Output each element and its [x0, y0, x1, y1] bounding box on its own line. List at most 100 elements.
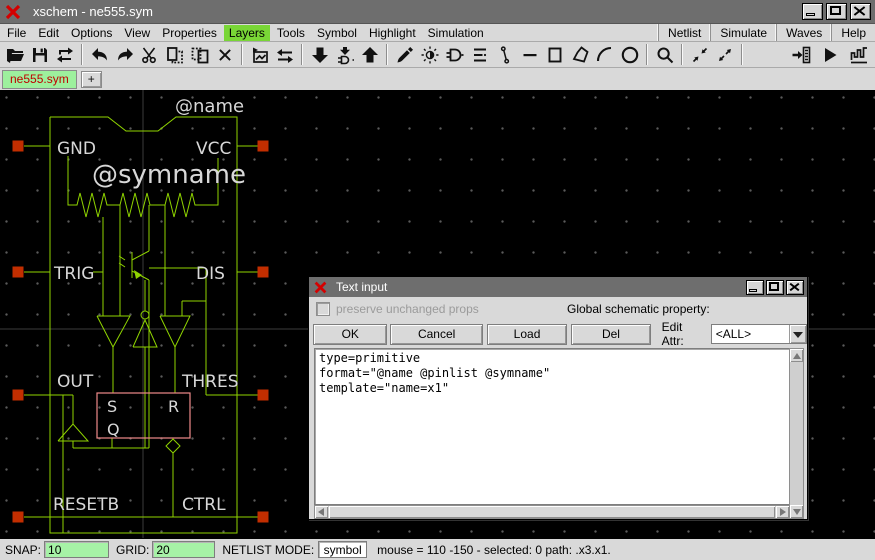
scroll-up-button[interactable] [790, 349, 803, 362]
dialog-maximize-button[interactable] [766, 280, 784, 295]
draw-line-icon[interactable] [517, 43, 542, 67]
pin-label-ctrl: CTRL [182, 495, 226, 515]
minimize-icon [806, 13, 815, 16]
save-icon[interactable] [27, 43, 52, 67]
menu-waves[interactable]: Waves [776, 24, 831, 41]
back-icon[interactable] [272, 43, 297, 67]
triangle-right-icon [780, 508, 786, 516]
toolbar-right-group [788, 43, 871, 67]
zoom-box-icon[interactable] [652, 43, 677, 67]
grid-input[interactable]: 20 [152, 541, 215, 558]
draw-arc-icon[interactable] [592, 43, 617, 67]
snap-input[interactable]: 10 [44, 541, 109, 558]
menu-netlist[interactable]: Netlist [658, 24, 710, 41]
open-file-icon[interactable] [2, 43, 27, 67]
netlist-mode-input[interactable]: symbol [318, 541, 367, 558]
diamond-node [166, 439, 180, 453]
scroll-left-button[interactable] [315, 506, 328, 518]
edit-attr-dropdown[interactable]: <ALL> [711, 324, 807, 344]
dialog-close-button[interactable] [786, 280, 804, 295]
place-text-icon[interactable] [467, 43, 492, 67]
cut-icon[interactable] [137, 43, 162, 67]
label-at-symname: @symname [92, 160, 246, 190]
make-symbol-icon[interactable] [442, 43, 467, 67]
toolbar-group-1 [0, 43, 79, 67]
ff-label-r: R [168, 397, 179, 416]
xschem-logo-icon [314, 281, 327, 294]
menu-layers[interactable]: Layers [224, 25, 270, 41]
pin-label-dis: DIS [196, 264, 225, 284]
insert-wire-icon[interactable] [492, 43, 517, 67]
del-button[interactable]: Del [571, 324, 650, 345]
menu-simulation[interactable]: Simulation [423, 25, 489, 41]
schematic-canvas[interactable]: @name @symname GND VCC TRIG DIS OUT THRE… [0, 90, 875, 538]
pop-arrow-up-icon[interactable] [357, 43, 382, 67]
maximize-button[interactable] [826, 3, 847, 20]
paste-icon[interactable] [187, 43, 212, 67]
ok-button[interactable]: OK [313, 324, 387, 345]
preserve-props-checkbox[interactable] [316, 302, 330, 316]
tabbar: ne555.sym + [0, 68, 875, 90]
zoom-in-icon[interactable] [687, 43, 712, 67]
menu-symbol[interactable]: Symbol [312, 25, 362, 41]
ff-label-s: S [107, 397, 117, 416]
horizontal-scrollbar[interactable] [314, 505, 790, 519]
draw-polygon-icon[interactable] [567, 43, 592, 67]
menu-help[interactable]: Help [831, 24, 875, 41]
push-arrow-down-icon[interactable] [307, 43, 332, 67]
pin-squares [13, 141, 269, 523]
menu-simulate[interactable]: Simulate [710, 24, 776, 41]
tab-ne555-sym[interactable]: ne555.sym [2, 70, 77, 89]
netlist-icon[interactable] [788, 43, 813, 67]
dropdown-arrow-button[interactable] [789, 325, 806, 343]
vertical-scrollbar[interactable] [789, 348, 804, 519]
scroll-down-button[interactable] [790, 505, 803, 518]
toolbar-separator [241, 44, 243, 65]
descend-symbol-icon[interactable] [332, 43, 357, 67]
maximize-icon [830, 6, 841, 15]
reload-icon[interactable] [52, 43, 77, 67]
menu-tools[interactable]: Tools [272, 25, 310, 41]
undo-icon[interactable] [87, 43, 112, 67]
property-textarea[interactable]: type=primitive format="@name @pinlist @s… [314, 348, 790, 505]
menu-options[interactable]: Options [66, 25, 117, 41]
copy-icon[interactable] [162, 43, 187, 67]
scroll-right-button[interactable] [776, 506, 789, 518]
dialog-options-row: preserve unchanged props Global schemati… [309, 298, 807, 320]
mouse-status-text: mouse = 110 -150 - selected: 0 path: .x3… [377, 543, 611, 557]
dialog-minimize-button[interactable] [746, 280, 764, 295]
dialog-titlebar[interactable]: Text input [309, 277, 807, 297]
comparator-left [97, 316, 130, 347]
toggle-colors-icon[interactable] [417, 43, 442, 67]
draw-rectangle-icon[interactable] [542, 43, 567, 67]
zoom-out-icon[interactable] [712, 43, 737, 67]
property-text: type=primitive format="@name @pinlist @s… [319, 351, 789, 396]
descend-schematic-icon[interactable] [247, 43, 272, 67]
edit-props-icon[interactable] [392, 43, 417, 67]
pin-label-out: OUT [57, 372, 94, 392]
new-tab-button[interactable]: + [81, 71, 102, 88]
menu-properties[interactable]: Properties [157, 25, 222, 41]
minimize-button[interactable] [802, 3, 823, 20]
menu-highlight[interactable]: Highlight [364, 25, 421, 41]
load-button[interactable]: Load [487, 324, 567, 345]
menubar: FileEditOptionsViewPropertiesLayersTools… [0, 24, 875, 42]
toolbar-group-2 [85, 43, 239, 67]
toolbar-separator [681, 44, 683, 65]
menu-view[interactable]: View [119, 25, 155, 41]
redo-icon[interactable] [112, 43, 137, 67]
toolbar-separator [301, 44, 303, 65]
triangle-up-icon [793, 353, 801, 359]
waves-icon[interactable] [846, 43, 871, 67]
snap-label: SNAP: [5, 543, 41, 557]
horizontal-scroll-thumb[interactable] [329, 506, 775, 518]
menu-file[interactable]: File [2, 25, 31, 41]
cancel-button[interactable]: Cancel [390, 324, 482, 345]
toolbar [0, 42, 875, 68]
close-button[interactable] [850, 3, 871, 20]
simulate-icon[interactable] [817, 43, 842, 67]
dialog-buttons-row: OK Cancel Load Del Edit Attr: <ALL> [309, 321, 807, 347]
delete-icon[interactable] [212, 43, 237, 67]
draw-circle-icon[interactable] [617, 43, 642, 67]
menu-edit[interactable]: Edit [33, 25, 64, 41]
